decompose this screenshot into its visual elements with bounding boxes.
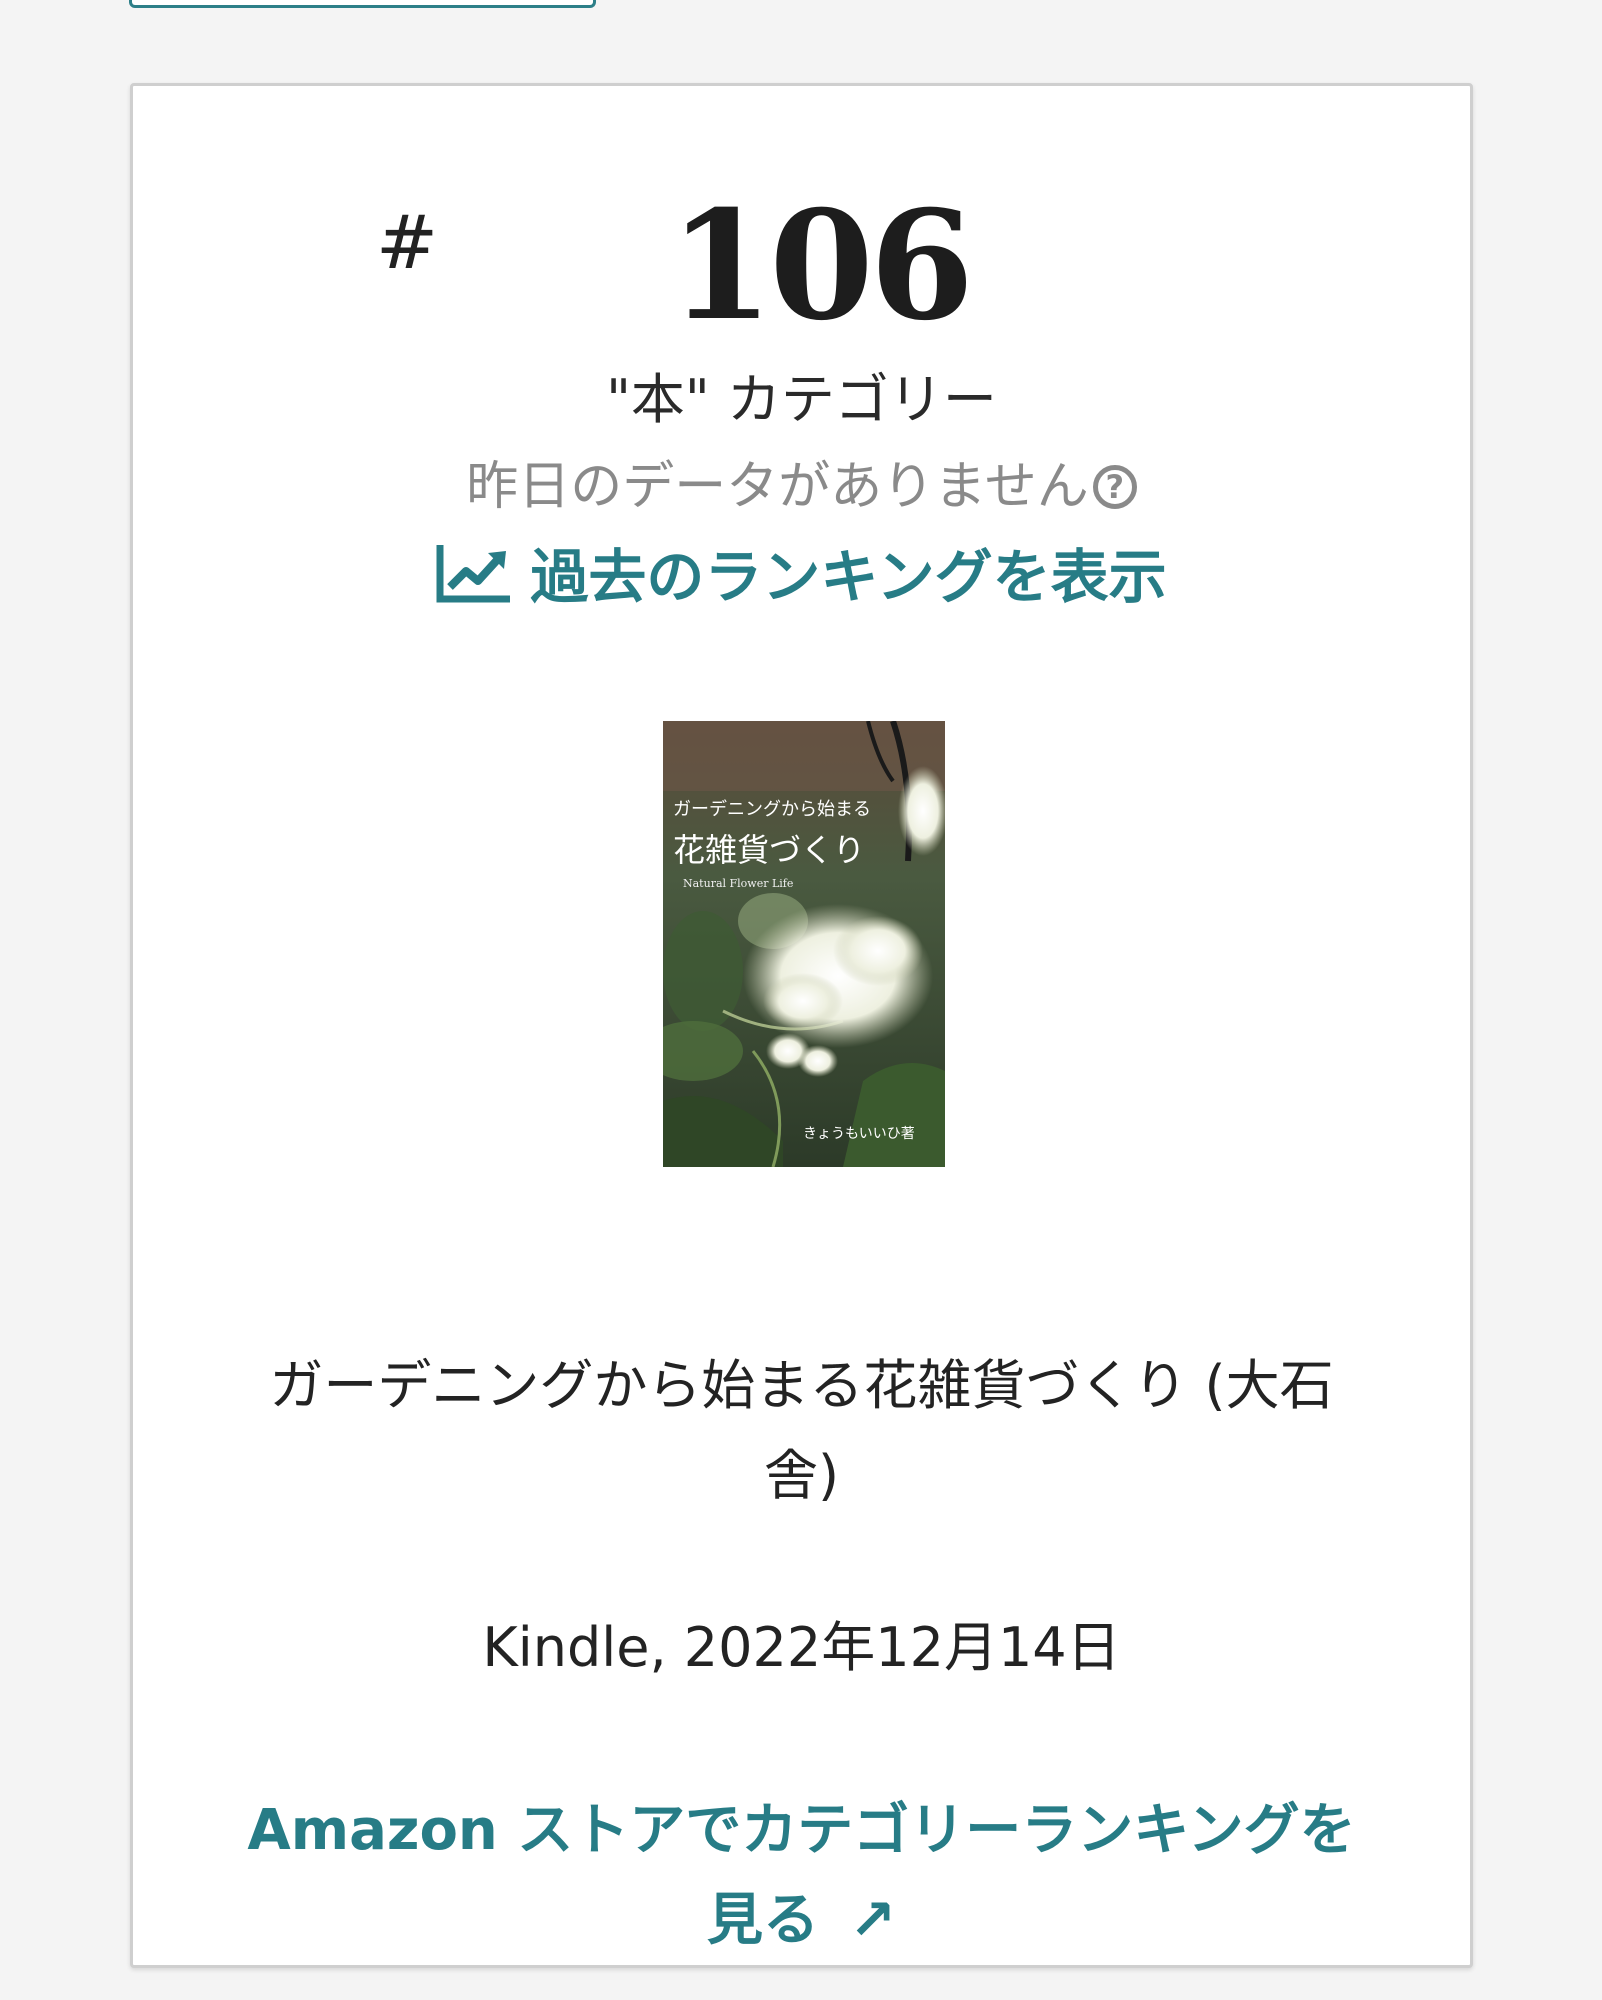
cover-subtitle: Natural Flower Life	[683, 877, 794, 890]
trending-chart-icon	[436, 545, 511, 603]
book-title[interactable]: ガーデニングから始まる花雑貨づくり (大石舎)	[233, 1341, 1370, 1521]
cover-title-small: ガーデニングから始まる	[673, 799, 871, 820]
cover-author: きょうもいいひ著	[803, 1126, 915, 1142]
question-circle-icon[interactable]: ?	[1092, 465, 1137, 509]
cover-photo	[663, 721, 945, 1167]
amazon-category-ranking-link[interactable]: Amazon ストアでカテゴリーランキングを見る ↗	[233, 1786, 1370, 1966]
external-arrow-icon: ↗	[849, 1888, 896, 1953]
book-edition: Kindle, 2022年12月14日	[482, 1616, 1121, 1679]
no-data-message: 昨日のデータがありません?	[133, 456, 1470, 518]
cover-title-large: 花雑貨づくり	[673, 831, 866, 869]
ranking-card: # 106 "本" カテゴリー 昨日のデータがありません? 過去のランキングを表…	[130, 83, 1473, 1968]
previous-card-edge	[129, 0, 596, 8]
rank-category: "本" カテゴリー	[606, 368, 997, 431]
no-data-text: 昨日のデータがありません	[466, 457, 1089, 517]
view-past-rankings-label: 過去のランキングを表示	[530, 543, 1167, 611]
view-past-rankings-link[interactable]: 過去のランキングを表示	[133, 541, 1470, 613]
amazon-category-ranking-label: Amazon ストアでカテゴリーランキングを見る	[247, 1798, 1356, 1953]
rank-number: 106	[668, 178, 974, 354]
book-cover[interactable]: ガーデニングから始まる 花雑貨づくり Natural Flower Life き…	[663, 721, 945, 1167]
